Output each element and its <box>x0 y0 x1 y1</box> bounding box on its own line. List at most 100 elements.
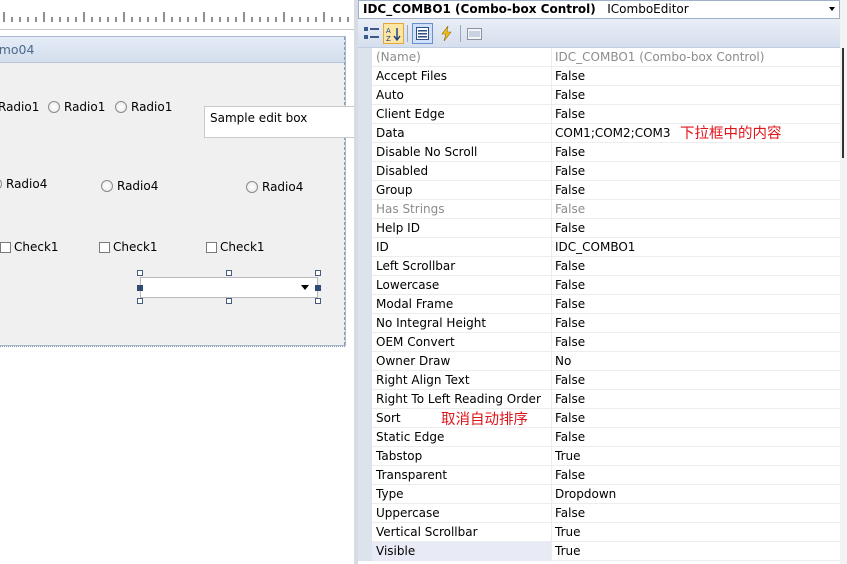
object-selector-dropdown[interactable]: IDC_COMBO1 (Combo-box Control) IComboEdi… <box>358 0 840 19</box>
radio-button[interactable]: Radio1 <box>115 100 172 114</box>
combo-box-control[interactable] <box>140 277 318 298</box>
column-divider <box>551 314 552 333</box>
alphabetical-sort-icon[interactable]: AZ <box>383 23 404 44</box>
svg-text:A: A <box>386 27 391 35</box>
property-value[interactable]: IDC_COMBO1 (Combo-box Control) <box>555 50 764 64</box>
property-name: Data <box>376 126 405 140</box>
property-row[interactable]: Owner Draw No <box>358 352 840 371</box>
property-value[interactable]: False <box>555 107 585 121</box>
property-row[interactable]: ID IDC_COMBO1 <box>358 238 840 257</box>
property-value[interactable]: True <box>555 449 581 463</box>
property-value[interactable]: False <box>555 69 585 83</box>
property-value[interactable]: False <box>555 373 585 387</box>
checkbox[interactable]: Check1 <box>0 240 59 254</box>
column-divider <box>551 143 552 162</box>
column-divider <box>551 333 552 352</box>
categorized-icon[interactable] <box>361 23 382 44</box>
property-row[interactable]: Auto False <box>358 86 840 105</box>
property-value[interactable]: False <box>555 335 585 349</box>
radio-button[interactable]: Radio4 <box>0 177 47 191</box>
property-value[interactable]: True <box>555 525 581 539</box>
property-row[interactable]: Disable No Scroll False <box>358 143 840 162</box>
property-value[interactable]: Dropdown <box>555 487 616 501</box>
resize-handle[interactable] <box>315 285 321 291</box>
dialog-designer[interactable]: emo04 Radio1 Radio1 Radio1 Sample edit b… <box>0 0 354 564</box>
resize-handle[interactable] <box>315 298 321 304</box>
property-value[interactable]: False <box>555 278 585 292</box>
property-row[interactable]: Visible True <box>358 542 840 561</box>
property-row[interactable]: Accept Files False <box>358 67 840 86</box>
property-value[interactable]: False <box>555 297 585 311</box>
property-value[interactable]: False <box>555 506 585 520</box>
property-name: Accept Files <box>376 69 448 83</box>
annotation-sort-note: 取消自动排序 <box>441 412 528 428</box>
property-row[interactable]: Type Dropdown <box>358 485 840 504</box>
property-value[interactable]: False <box>555 183 585 197</box>
property-name: Right Align Text <box>376 373 470 387</box>
property-row[interactable]: Modal Frame False <box>358 295 840 314</box>
property-row[interactable]: OEM Convert False <box>358 333 840 352</box>
property-value[interactable]: False <box>555 316 585 330</box>
property-row[interactable]: Right Align Text False <box>358 371 840 390</box>
row-gutter <box>358 466 372 485</box>
property-row[interactable]: Has Strings False <box>358 200 840 219</box>
property-pages-icon[interactable] <box>464 23 485 44</box>
property-row[interactable]: Left Scrollbar False <box>358 257 840 276</box>
sample-edit-box[interactable]: Sample edit box <box>204 106 354 138</box>
property-name: Sort <box>376 411 401 425</box>
property-value[interactable]: False <box>555 145 585 159</box>
property-value[interactable]: False <box>555 411 585 425</box>
dropdown-arrow-icon[interactable] <box>301 285 309 290</box>
property-value[interactable]: False <box>555 88 585 102</box>
property-row[interactable]: Vertical Scrollbar True <box>358 523 840 542</box>
property-name: Static Edge <box>376 430 445 444</box>
property-value[interactable]: False <box>555 392 585 406</box>
column-divider <box>551 238 552 257</box>
property-value[interactable]: COM1;COM2;COM3 <box>555 126 671 140</box>
property-value[interactable]: False <box>555 259 585 273</box>
property-row[interactable]: No Integral Height False <box>358 314 840 333</box>
resize-handle[interactable] <box>226 298 232 304</box>
resize-handle[interactable] <box>315 270 321 276</box>
property-row[interactable]: Static Edge False <box>358 428 840 447</box>
radio-circle-icon <box>246 181 258 193</box>
radio-button[interactable]: Radio4 <box>101 179 158 193</box>
radio-button[interactable]: Radio1 <box>48 100 105 114</box>
property-row[interactable]: Right To Left Reading Order False <box>358 390 840 409</box>
resize-handle[interactable] <box>137 298 143 304</box>
property-row[interactable]: Tabstop True <box>358 447 840 466</box>
resize-handle[interactable] <box>137 270 143 276</box>
property-row[interactable]: Disabled False <box>358 162 840 181</box>
chevron-down-icon[interactable] <box>829 7 835 11</box>
column-divider <box>551 105 552 124</box>
radio-button[interactable]: Radio1 <box>0 100 39 114</box>
radio-button[interactable]: Radio4 <box>246 180 303 194</box>
property-row[interactable]: Group False <box>358 181 840 200</box>
events-lightning-icon[interactable] <box>436 23 457 44</box>
toolbar-separator <box>407 25 408 42</box>
property-value[interactable]: IDC_COMBO1 <box>555 240 635 254</box>
resize-handle[interactable] <box>137 285 143 291</box>
checkbox[interactable]: Check1 <box>99 240 158 254</box>
column-divider <box>551 124 552 143</box>
properties-page-icon[interactable] <box>412 23 433 44</box>
property-value[interactable]: False <box>555 468 585 482</box>
property-row[interactable]: Transparent False <box>358 466 840 485</box>
property-row[interactable]: Sort False <box>358 409 840 428</box>
property-value[interactable]: False <box>555 202 585 216</box>
property-row[interactable]: Lowercase False <box>358 276 840 295</box>
property-value[interactable]: True <box>555 544 581 558</box>
column-divider <box>551 390 552 409</box>
property-value[interactable]: False <box>555 164 585 178</box>
property-row[interactable]: Uppercase False <box>358 504 840 523</box>
property-value[interactable]: False <box>555 430 585 444</box>
property-row[interactable]: Help ID False <box>358 219 840 238</box>
property-value[interactable]: False <box>555 221 585 235</box>
property-row[interactable]: (Name) IDC_COMBO1 (Combo-box Control) <box>358 48 840 67</box>
resize-handle[interactable] <box>226 270 232 276</box>
column-divider <box>551 257 552 276</box>
checkbox[interactable]: Check1 <box>206 240 265 254</box>
property-value[interactable]: No <box>555 354 571 368</box>
column-divider <box>551 200 552 219</box>
row-gutter <box>358 124 372 143</box>
